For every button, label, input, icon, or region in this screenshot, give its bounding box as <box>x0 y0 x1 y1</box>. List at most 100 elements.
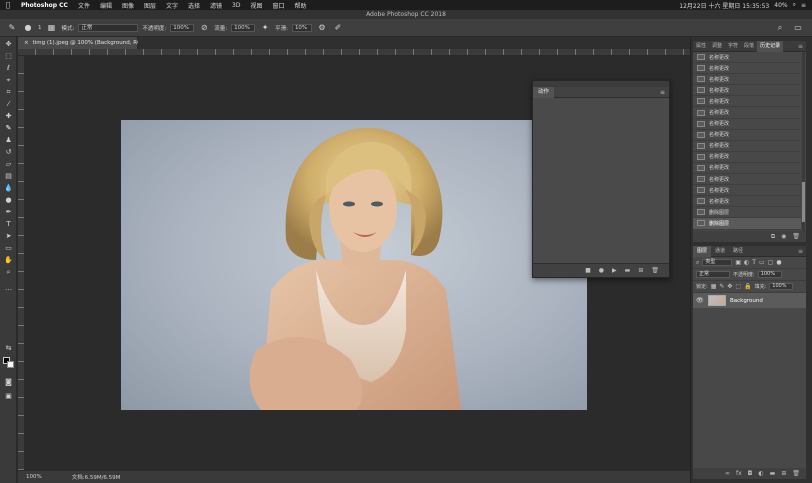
background-color-swatch[interactable] <box>7 361 14 368</box>
zoom-tool-icon[interactable]: ⌕ <box>3 267 14 277</box>
history-item[interactable]: 名称更改 <box>693 119 801 130</box>
lasso-tool-icon[interactable]: ℓ <box>3 63 14 73</box>
layer-filter-select[interactable]: 类型 <box>702 259 733 266</box>
brush-panel-icon[interactable]: ▦ <box>46 22 58 34</box>
trash-icon[interactable]: 🗑 <box>792 470 800 477</box>
menu-file[interactable]: 文件 <box>73 1 95 10</box>
scrollbar-thumb[interactable] <box>802 182 805 222</box>
eyedropper-tool-icon[interactable]: ⁄ <box>3 99 14 109</box>
quick-select-tool-icon[interactable]: ⌖ <box>3 75 14 85</box>
menu-type[interactable]: 文字 <box>161 1 183 10</box>
new-document-from-state-icon[interactable]: ⧉ <box>771 233 775 241</box>
play-icon[interactable]: ▶ <box>612 267 617 274</box>
pen-tool-icon[interactable]: ✒ <box>3 207 14 217</box>
crop-tool-icon[interactable]: ⌗ <box>3 87 14 97</box>
menu-window[interactable]: 窗口 <box>268 1 290 10</box>
tab-character[interactable]: 字符 <box>725 41 741 52</box>
panel-menu-icon[interactable]: ≡ <box>660 89 669 96</box>
new-set-icon[interactable]: ▬ <box>625 267 631 274</box>
history-item[interactable]: 名称更改 <box>693 152 801 163</box>
record-icon[interactable]: ● <box>599 267 604 274</box>
history-item[interactable]: 名称更改 <box>693 85 801 97</box>
trash-icon[interactable]: 🗑 <box>792 233 800 240</box>
symmetry-icon[interactable]: ✐ <box>332 22 344 34</box>
stop-icon[interactable]: ■ <box>585 267 591 274</box>
vertical-ruler[interactable] <box>18 56 25 470</box>
mode-select[interactable]: 正常 <box>78 23 139 32</box>
document-tab[interactable]: × timg (1).jpeg @ 100% (Background, RGB/… <box>18 37 162 49</box>
shape-tool-icon[interactable]: ▭ <box>3 243 14 253</box>
link-layers-icon[interactable]: ∞ <box>725 470 730 477</box>
horizontal-ruler[interactable] <box>18 49 690 56</box>
tab-properties[interactable]: 属性 <box>693 41 709 52</box>
eraser-tool-icon[interactable]: ▱ <box>3 159 14 169</box>
blur-tool-icon[interactable]: 💧 <box>3 183 14 193</box>
menu-select[interactable]: 选择 <box>183 1 205 10</box>
menu-app-name[interactable]: Photoshop CC <box>16 2 73 9</box>
battery-label[interactable]: 40% <box>774 2 787 9</box>
new-action-icon[interactable]: ⊞ <box>638 267 643 274</box>
opacity-field[interactable]: 100% <box>170 23 195 32</box>
tab-actions[interactable]: 动作 <box>533 86 555 98</box>
actions-list[interactable] <box>533 98 669 264</box>
lock-icon[interactable]: 🔒 <box>744 283 751 290</box>
zoom-level[interactable]: 100% <box>26 474 42 480</box>
search-icon[interactable]: ⌕ <box>774 22 786 34</box>
more-tools-icon[interactable]: … <box>3 283 14 293</box>
dodge-tool-icon[interactable]: ● <box>3 195 14 205</box>
tab-channels[interactable]: 通道 <box>711 246 729 257</box>
smart-object-filter-icon[interactable]: ▢ <box>768 259 774 266</box>
history-item[interactable]: 名称更改 <box>693 96 801 108</box>
flow-field[interactable]: 100% <box>231 23 256 32</box>
apple-menu-icon[interactable]:  <box>0 1 16 9</box>
brush-tool-icon[interactable]: ✎ <box>3 123 14 133</box>
panel-menu-icon[interactable]: ≡ <box>798 248 806 255</box>
pixel-filter-icon[interactable]: ▣ <box>735 259 741 266</box>
history-item[interactable]: 名称更改 <box>693 174 801 186</box>
swap-colors-icon[interactable]: ⇆ <box>3 343 14 353</box>
search-icon[interactable]: ⌕ <box>793 1 796 9</box>
history-item[interactable]: 名称更改 <box>693 130 801 141</box>
tab-paths[interactable]: 路径 <box>729 246 747 257</box>
fill-field[interactable]: 100% <box>769 283 794 290</box>
move-tool-icon[interactable]: ✥ <box>3 39 14 49</box>
screen-mode-icon[interactable]: ▣ <box>3 391 14 401</box>
layer-opacity-field[interactable]: 100% <box>757 271 782 278</box>
tab-paragraph[interactable]: 段落 <box>741 41 757 52</box>
history-item[interactable]: 名称更改 <box>693 196 801 208</box>
panel-menu-icon[interactable]: ≡ <box>798 43 806 50</box>
path-select-tool-icon[interactable]: ➤ <box>3 231 14 241</box>
tab-adjustments[interactable]: 调整 <box>709 41 725 52</box>
gradient-tool-icon[interactable]: ▤ <box>3 171 14 181</box>
history-item[interactable]: 名称更改 <box>693 63 801 75</box>
menu-view[interactable]: 视图 <box>245 1 267 10</box>
history-item[interactable]: 名称更改 <box>693 185 801 197</box>
history-brush-tool-icon[interactable]: ↺ <box>3 147 14 157</box>
history-item[interactable]: 名称更改 <box>693 163 801 175</box>
adjustment-filter-icon[interactable]: ◐ <box>744 259 749 266</box>
history-item[interactable]: 名称更改 <box>693 74 801 86</box>
new-layer-icon[interactable]: ⊞ <box>781 470 786 477</box>
adjustment-layer-icon[interactable]: ◐ <box>758 470 763 477</box>
marquee-tool-icon[interactable]: ⬚ <box>3 51 14 61</box>
menu-help[interactable]: 帮助 <box>290 1 312 10</box>
eye-icon[interactable]: 👁 <box>696 297 704 304</box>
smoothing-field[interactable]: 10% <box>291 23 312 32</box>
history-item[interactable]: 名称更改 <box>693 141 801 152</box>
menu-3d[interactable]: 3D <box>227 2 245 9</box>
shape-filter-icon[interactable]: ▭ <box>759 259 765 266</box>
document-info[interactable]: 文档:6.59M/6.59M <box>72 473 121 481</box>
clone-stamp-tool-icon[interactable]: ♟ <box>3 135 14 145</box>
trash-icon[interactable]: 🗑 <box>651 267 659 274</box>
datetime-label[interactable]: 12月22日 十六 星期日 15:35:53 <box>679 1 769 10</box>
menu-list-icon[interactable]: ≡ <box>801 2 806 9</box>
history-item-selected[interactable]: 删除图层 <box>693 218 801 230</box>
history-scrollbar[interactable] <box>802 52 805 231</box>
document-image[interactable] <box>121 120 587 410</box>
new-group-icon[interactable]: ▬ <box>770 470 776 477</box>
menu-layer[interactable]: 图层 <box>139 1 161 10</box>
history-item[interactable]: 名称更改 <box>693 52 801 64</box>
blend-mode-select[interactable]: 正常 <box>696 271 730 278</box>
tab-history[interactable]: 历史记录 <box>757 40 784 52</box>
airbrush-icon[interactable]: ✦ <box>259 22 271 34</box>
